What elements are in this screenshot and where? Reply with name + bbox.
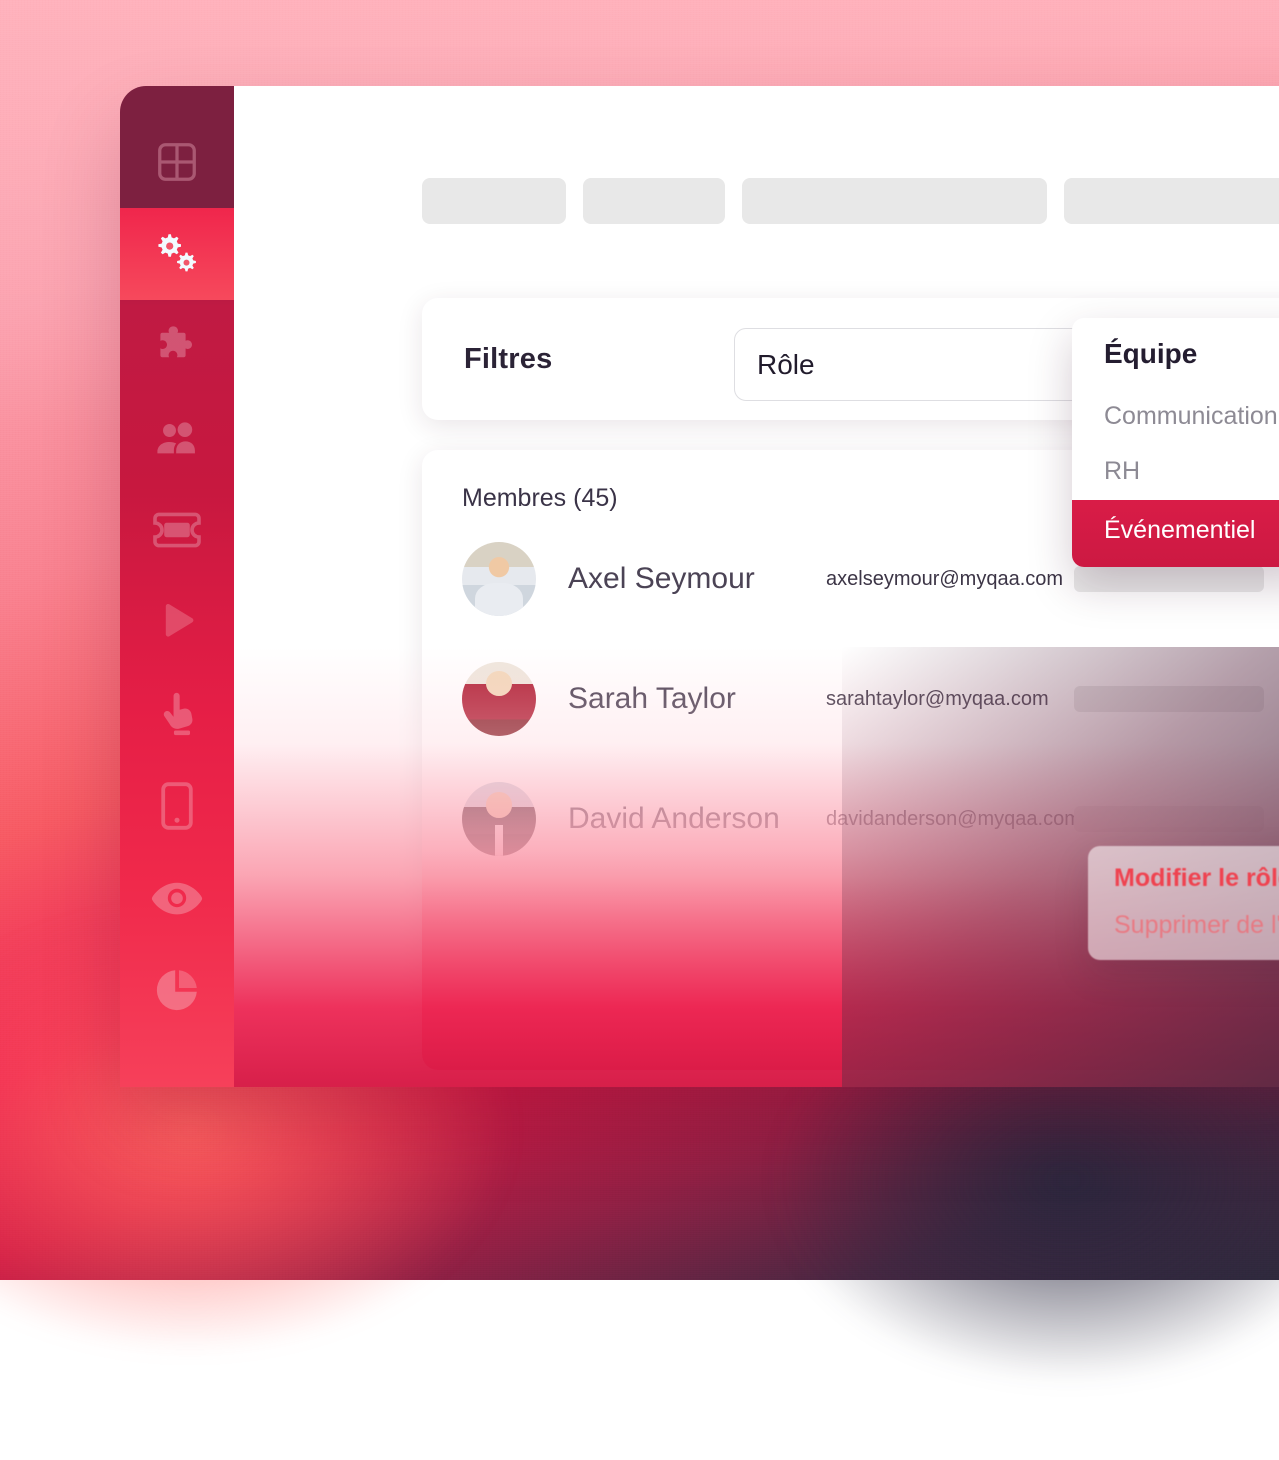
- member-name: Axel Seymour: [568, 562, 826, 596]
- team-option-evenementiel[interactable]: Événementiel: [1072, 500, 1279, 567]
- hand-pointer-icon: [154, 690, 200, 738]
- sidebar-item-preview[interactable]: [120, 852, 234, 944]
- sidebar-item-mobile[interactable]: [120, 760, 234, 852]
- sidebar-item-tickets[interactable]: [120, 484, 234, 576]
- sidebar-item-plugins[interactable]: [120, 300, 234, 392]
- team-option-communication[interactable]: Communication: [1072, 390, 1279, 445]
- member-email: davidanderson@myqaa.com: [826, 808, 1081, 831]
- avatar: [462, 542, 536, 616]
- team-dropdown: Équipe Communication RH Événementiel: [1072, 318, 1279, 567]
- row-context-menu: Modifier le rôle Supprimer de l'équipe: [1088, 846, 1279, 960]
- table-row[interactable]: Sarah Taylor sarahtaylor@myqaa.com: [462, 645, 1279, 753]
- toolbar-placeholder-2: [583, 178, 725, 224]
- avatar-skeleton: [462, 902, 536, 976]
- context-menu-item-edit-role[interactable]: Modifier le rôle: [1114, 864, 1279, 893]
- member-email: axelseymour@myqaa.com: [826, 568, 1063, 591]
- sidebar-item-interact[interactable]: [120, 668, 234, 760]
- play-icon: [153, 598, 201, 646]
- name-skeleton: [568, 924, 768, 954]
- sidebar-item-media[interactable]: [120, 576, 234, 668]
- member-role-placeholder: [1074, 566, 1264, 592]
- sidebar-item-analytics[interactable]: [120, 944, 234, 1036]
- filters-label: Filtres: [464, 343, 552, 376]
- team-dropdown-title: Équipe: [1072, 338, 1279, 390]
- member-role-placeholder: [1074, 686, 1264, 712]
- grid-icon: [154, 139, 200, 185]
- toolbar-placeholder-3: [742, 178, 1047, 224]
- toolbar-skeleton: [422, 178, 1279, 224]
- member-role-placeholder: [1074, 806, 1264, 832]
- sidebar-item-members[interactable]: [120, 392, 234, 484]
- eye-icon: [151, 881, 203, 915]
- toolbar-placeholder-1: [422, 178, 566, 224]
- sidebar: [120, 86, 234, 1087]
- puzzle-icon: [153, 322, 201, 370]
- avatar: [462, 662, 536, 736]
- member-name: Sarah Taylor: [568, 682, 826, 716]
- avatar: [462, 782, 536, 856]
- people-icon: [152, 413, 202, 463]
- team-option-rh[interactable]: RH: [1072, 445, 1279, 500]
- gears-icon: [151, 230, 203, 278]
- ticket-icon: [151, 510, 203, 550]
- sidebar-item-settings[interactable]: [120, 208, 234, 300]
- role-select-value: Rôle: [757, 349, 815, 381]
- member-name: David Anderson: [568, 802, 826, 836]
- member-email: sarahtaylor@myqaa.com: [826, 688, 1049, 711]
- toolbar-placeholder-4: [1064, 178, 1279, 224]
- sidebar-item-dashboard[interactable]: [120, 116, 234, 208]
- email-skeleton: [824, 924, 1076, 954]
- pie-chart-icon: [153, 966, 201, 1014]
- phone-icon: [160, 781, 194, 831]
- context-menu-item-remove[interactable]: Supprimer de l'équipe: [1114, 911, 1279, 940]
